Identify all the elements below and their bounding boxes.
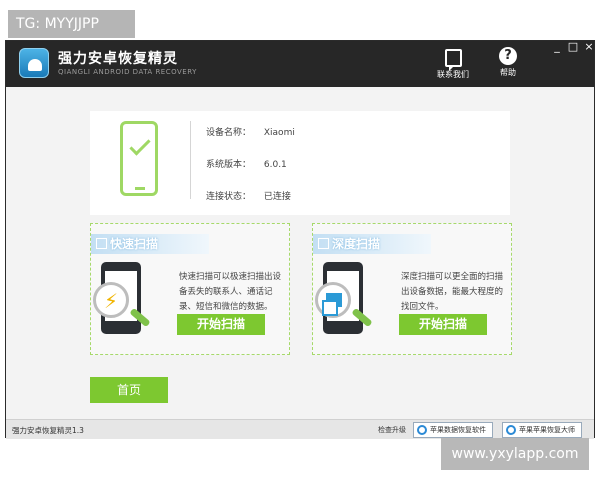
quick-scan-title: 快速扫描 — [110, 237, 159, 251]
deep-scan-description: 深度扫描可以更全面的扫描出设备数据，能最大程度的找回文件。 — [401, 272, 504, 312]
help-icon: ? — [499, 47, 517, 65]
connection-status-key: 连接状态： — [206, 192, 252, 202]
watermark-top: TG: MYYJJPP — [8, 10, 135, 38]
lightning-icon: ⚡ — [104, 289, 119, 313]
system-version-row: 系统版本： 6.0.1 — [206, 157, 287, 170]
device-name-value: Xiaomi — [263, 128, 295, 138]
deep-scan-title: 深度扫描 — [332, 237, 381, 251]
phone-connected-icon — [120, 121, 158, 196]
quick-scan-panel: 快速扫描 ⚡ 快速扫描可以极速扫描出设备丢失的联系人、通话记录、短信和微信的数据… — [90, 223, 290, 355]
watermark-bottom: www.yxylapp.com — [441, 438, 589, 470]
scan-header-icon — [318, 238, 329, 249]
contact-us-label: 联系我们 — [437, 70, 469, 79]
quick-scan-description: 快速扫描可以极速扫描出设备丢失的联系人、通话记录、短信和微信的数据。 — [179, 272, 282, 312]
connection-status-row: 连接状态： 已连接 — [206, 189, 291, 202]
contact-us-button[interactable]: 联系我们 — [431, 47, 475, 85]
status-bar: 强力安卓恢复精灵1.3 检查升级 苹果数据恢复软件 苹果苹果恢复大师 — [6, 419, 594, 439]
deep-scan-start-button[interactable]: 开始扫描 — [399, 314, 487, 335]
title-bar: 强力安卓恢复精灵 QIANGLI ANDROID DATA RECOVERY 联… — [6, 41, 594, 87]
home-button[interactable]: 首页 — [90, 377, 168, 403]
scan-header-icon — [96, 238, 107, 249]
check-update-link[interactable]: 检查升级 — [378, 425, 406, 435]
quick-scan-header: 快速扫描 — [91, 234, 209, 254]
chat-icon — [444, 49, 462, 71]
app-subtitle: QIANGLI ANDROID DATA RECOVERY — [58, 68, 197, 76]
apple-recovery-master-button[interactable]: 苹果苹果恢复大师 — [502, 422, 582, 438]
help-label: 帮助 — [500, 68, 516, 77]
app-window: 强力安卓恢复精灵 QIANGLI ANDROID DATA RECOVERY 联… — [5, 40, 595, 439]
device-name-key: 设备名称： — [206, 128, 252, 138]
apple-recovery-master-label: 苹果苹果恢复大师 — [519, 426, 575, 434]
recovery-app-icon — [417, 425, 427, 435]
deep-scan-header: 深度扫描 — [313, 234, 431, 254]
app-title: 强力安卓恢复精灵 — [58, 51, 178, 67]
apple-data-recovery-label: 苹果数据恢复软件 — [430, 426, 486, 434]
app-logo-icon — [19, 48, 49, 78]
connection-status-value: 已连接 — [263, 192, 291, 202]
close-button[interactable]: × — [581, 41, 597, 55]
help-button[interactable]: ? 帮助 — [486, 47, 530, 85]
recovery-app-icon — [506, 425, 516, 435]
version-label: 强力安卓恢复精灵1.3 — [12, 426, 84, 435]
device-name-row: 设备名称： Xiaomi — [206, 125, 295, 138]
layers-icon — [322, 293, 342, 316]
apple-data-recovery-button[interactable]: 苹果数据恢复软件 — [413, 422, 493, 438]
divider — [190, 121, 191, 199]
system-version-key: 系统版本： — [206, 160, 252, 170]
deep-scan-panel: 深度扫描 深度扫描可以更全面的扫描出设备数据，能最大程度的找回文件。 开始扫描 — [312, 223, 512, 355]
device-info-card: 设备名称： Xiaomi 系统版本： 6.0.1 连接状态： 已连接 — [90, 111, 510, 215]
system-version-value: 6.0.1 — [263, 160, 287, 170]
screenshot: TG: MYYJJPP 强力安卓恢复精灵 QIANGLI ANDROID DAT… — [0, 0, 600, 480]
magnifier-icon: ⚡ — [93, 282, 129, 318]
minimize-button[interactable]: _ — [549, 41, 565, 55]
quick-scan-start-button[interactable]: 开始扫描 — [177, 314, 265, 335]
maximize-button[interactable]: □ — [565, 41, 581, 55]
magnifier-icon — [315, 282, 351, 318]
